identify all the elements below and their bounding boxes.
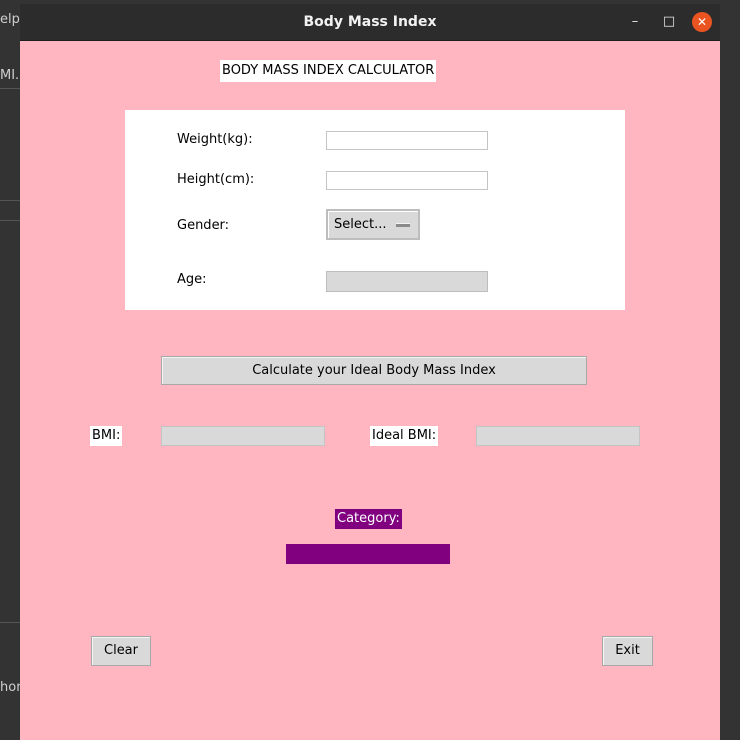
background-divider <box>0 200 20 201</box>
close-icon[interactable]: ✕ <box>692 12 712 32</box>
background-divider <box>0 220 20 221</box>
background-divider <box>0 88 20 89</box>
calculate-button[interactable]: Calculate your Ideal Body Mass Index <box>161 356 587 385</box>
bmi-label: BMI: <box>90 426 123 446</box>
title-bar[interactable]: Body Mass Index – □ ✕ <box>20 4 720 41</box>
background-divider <box>0 622 20 623</box>
height-label: Height(cm): <box>177 172 255 187</box>
background-text-fragment: elp <box>0 12 20 27</box>
window-title: Body Mass Index <box>303 14 437 30</box>
bmi-output <box>161 426 325 446</box>
page-title: BODY MASS INDEX CALCULATOR <box>220 60 437 82</box>
weight-label: Weight(kg): <box>177 132 253 147</box>
category-output <box>286 544 450 564</box>
ideal-bmi-output <box>476 426 640 446</box>
minimize-icon[interactable]: – <box>626 13 644 31</box>
bmi-window: Body Mass Index – □ ✕ BODY MASS INDEX CA… <box>20 4 720 740</box>
category-label: Category: <box>335 509 402 529</box>
gender-selected: Select... <box>334 217 387 232</box>
gender-dropdown[interactable]: Select... <box>326 209 420 240</box>
clear-button[interactable]: Clear <box>91 636 151 666</box>
window-content: BODY MASS INDEX CALCULATOR Weight(kg): H… <box>20 40 720 740</box>
maximize-icon[interactable]: □ <box>660 13 678 31</box>
gender-label: Gender: <box>177 218 230 233</box>
input-panel: Weight(kg): Height(cm): Gender: Select..… <box>125 110 625 310</box>
weight-input[interactable] <box>326 131 488 150</box>
background-text-fragment: hor <box>0 680 22 695</box>
age-field <box>326 271 488 292</box>
height-input[interactable] <box>326 171 488 190</box>
dropdown-indicator-icon <box>396 223 410 227</box>
exit-button[interactable]: Exit <box>602 636 653 666</box>
ideal-bmi-label: Ideal BMI: <box>370 426 439 446</box>
age-label: Age: <box>177 272 207 287</box>
background-text-fragment: MI. <box>0 68 20 83</box>
